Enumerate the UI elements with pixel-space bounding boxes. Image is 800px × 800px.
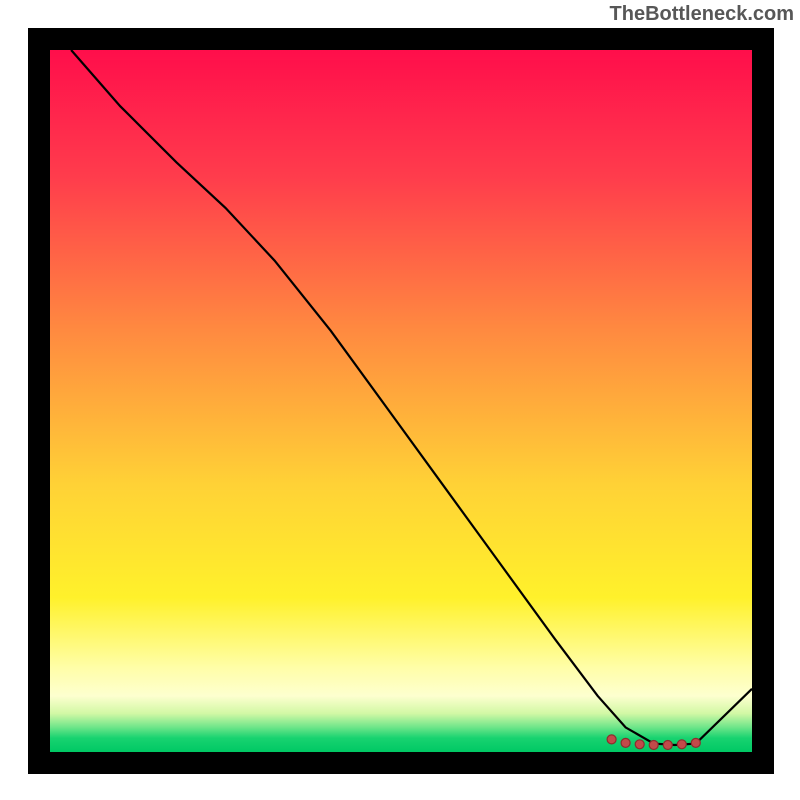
plot-overlay: [50, 50, 752, 752]
bottleneck-curve: [71, 50, 752, 745]
highlight-dot: [663, 741, 672, 750]
highlight-dot: [649, 741, 658, 750]
highlight-dot: [691, 738, 700, 747]
highlight-dots: [607, 735, 700, 750]
highlight-dot: [607, 735, 616, 744]
plot-frame: [28, 28, 774, 774]
watermark-label: TheBottleneck.com: [610, 3, 794, 26]
bottleneck-chart: TheBottleneck.com: [0, 0, 800, 800]
highlight-dot: [635, 740, 644, 749]
highlight-dot: [677, 740, 686, 749]
highlight-dot: [621, 738, 630, 747]
